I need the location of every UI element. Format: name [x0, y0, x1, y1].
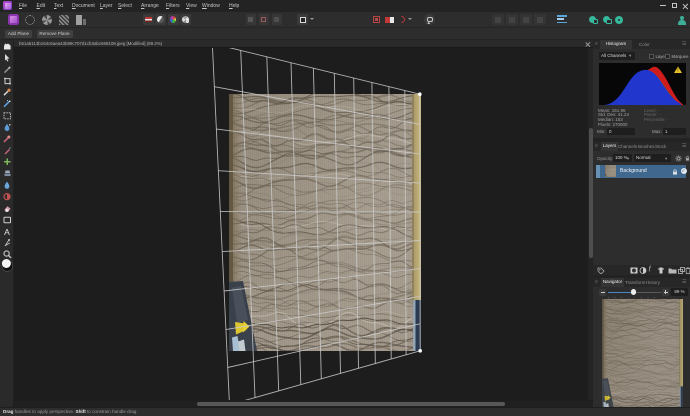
svg-text:A: A — [4, 226, 10, 236]
svg-text:!: ! — [677, 68, 678, 74]
